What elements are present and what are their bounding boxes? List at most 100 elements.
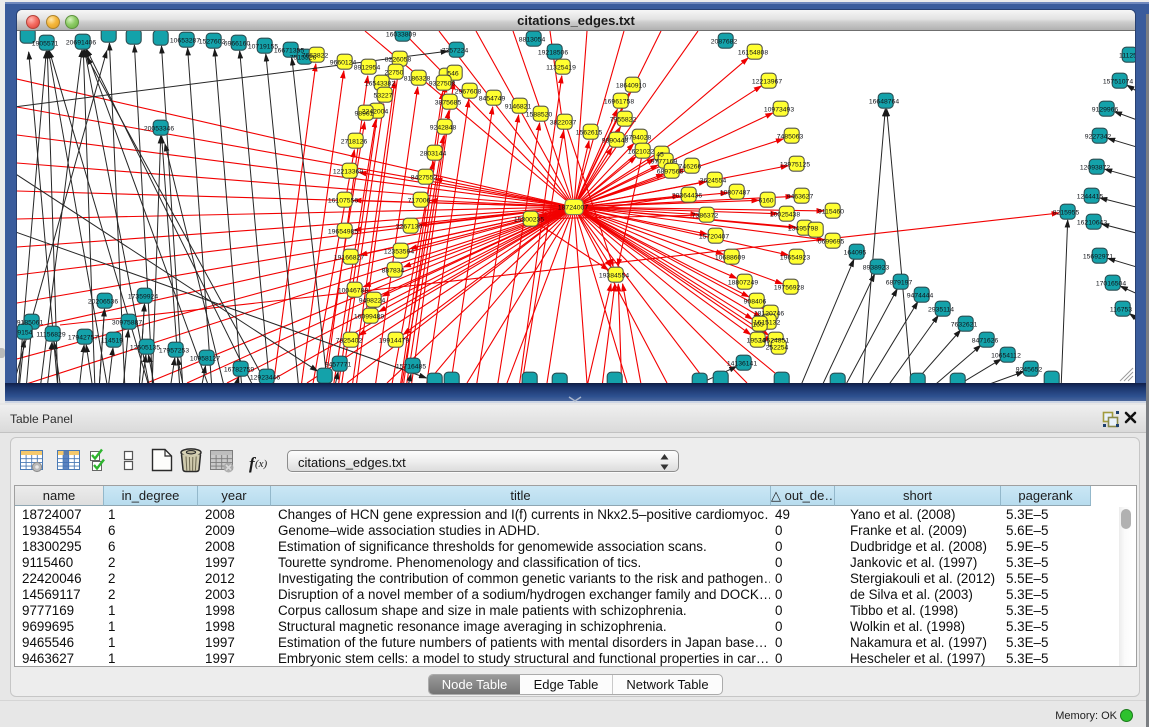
svg-text:10046788: 10046788 — [338, 288, 368, 295]
svg-text:8427552: 8427552 — [411, 175, 438, 182]
svg-text:15716485: 15716485 — [396, 364, 426, 371]
svg-text:30975887: 30975887 — [112, 320, 142, 327]
svg-text:15720407: 15720407 — [699, 234, 729, 241]
svg-text:8226058: 8226058 — [385, 57, 412, 64]
svg-text:116753: 116753 — [1110, 307, 1132, 314]
svg-text:7386372: 7386372 — [692, 213, 719, 220]
svg-text:9245652: 9245652 — [1016, 367, 1043, 374]
svg-text:8215955: 8215955 — [1053, 210, 1080, 217]
svg-text:10958127: 10958127 — [190, 356, 220, 363]
svg-text:7663822: 7663822 — [302, 53, 329, 60]
svg-text:8912954: 8912954 — [354, 65, 381, 72]
svg-text:9146821: 9146821 — [505, 104, 532, 111]
svg-text:2967608: 2967608 — [455, 89, 482, 96]
svg-text:3624554: 3624554 — [700, 178, 727, 185]
svg-text:10973493: 10973493 — [764, 107, 794, 114]
svg-text:7485063: 7485063 — [777, 134, 804, 141]
svg-text:1562615: 1562615 — [576, 130, 603, 137]
svg-text:1905571: 1905571 — [32, 41, 59, 48]
svg-text:12093872: 12093872 — [1080, 165, 1110, 172]
svg-text:9185061: 9185061 — [17, 320, 43, 327]
svg-text:8454749: 8454749 — [479, 96, 506, 103]
svg-text:13495798: 13495798 — [788, 226, 818, 233]
svg-text:20053346: 20053346 — [144, 126, 174, 133]
svg-text:1621022: 1621022 — [628, 149, 655, 156]
svg-text:7632621: 7632621 — [951, 322, 978, 329]
svg-text:6966160: 6966160 — [224, 41, 251, 48]
svg-text:22750: 22750 — [385, 70, 404, 77]
svg-text:16961758: 16961758 — [604, 99, 634, 106]
svg-text:15300235: 15300235 — [514, 217, 544, 224]
svg-text:9327508: 9327508 — [429, 81, 456, 88]
svg-text:19756928: 19756928 — [774, 285, 804, 292]
svg-text:6879197: 6879197 — [886, 280, 913, 287]
svg-text:9129966: 9129966 — [1092, 107, 1119, 114]
svg-text:9498224: 9498224 — [359, 298, 386, 305]
svg-text:16210643: 16210643 — [1077, 220, 1107, 227]
svg-text:908406: 908406 — [744, 299, 767, 306]
svg-text:10653287: 10653287 — [170, 38, 200, 45]
svg-text:7625402: 7625402 — [336, 338, 363, 345]
svg-text:546: 546 — [447, 71, 459, 78]
svg-text:9242848: 9242848 — [430, 125, 457, 132]
svg-text:12505135: 12505135 — [130, 345, 160, 352]
svg-text:9115460: 9115460 — [818, 209, 844, 216]
svg-text:165: 165 — [752, 322, 764, 329]
svg-text:14136141: 14136141 — [727, 361, 757, 368]
svg-text:18807249: 18807249 — [728, 280, 758, 287]
svg-text:9463627: 9463627 — [787, 194, 814, 201]
svg-text:10025438: 10025438 — [770, 212, 800, 219]
svg-text:8813054: 8813054 — [519, 37, 546, 44]
svg-text:2935114: 2935114 — [928, 307, 954, 314]
svg-text:9474444: 9474444 — [907, 293, 934, 300]
svg-text:16671355: 16671355 — [274, 48, 304, 55]
svg-text:16107556: 16107556 — [328, 198, 358, 205]
svg-text:9227342: 9227342 — [1085, 134, 1112, 141]
svg-text:9457771: 9457771 — [325, 362, 352, 369]
svg-text:20364436: 20364436 — [672, 193, 702, 200]
svg-text:39154: 39154 — [17, 330, 33, 337]
svg-text:19384554: 19384554 — [599, 273, 629, 280]
svg-text:20691406: 20691406 — [66, 40, 96, 47]
svg-text:18120746: 18120746 — [754, 311, 784, 318]
svg-text:2803144: 2803144 — [420, 151, 447, 158]
svg-text:19654985: 19654985 — [328, 229, 358, 236]
svg-text:3875685: 3875685 — [435, 100, 462, 107]
svg-text:17957253: 17957253 — [159, 348, 189, 355]
svg-text:19218506: 19218506 — [538, 50, 568, 57]
svg-text:12923446: 12923446 — [250, 375, 280, 382]
svg-text:7955822: 7955822 — [610, 117, 637, 124]
svg-text:20206536: 20206536 — [88, 299, 118, 306]
svg-text:11156829: 11156829 — [36, 332, 65, 339]
svg-text:2718126: 2718126 — [341, 139, 368, 146]
svg-text:19524: 19524 — [747, 338, 766, 345]
svg-text:9777169: 9777169 — [651, 159, 678, 166]
svg-text:19914479: 19914479 — [379, 338, 409, 345]
svg-text:12213369: 12213369 — [333, 169, 363, 176]
svg-text:16543382: 16543382 — [365, 81, 395, 88]
svg-text:15751074: 15751074 — [1103, 79, 1133, 86]
svg-text:18640910: 18640910 — [616, 83, 646, 90]
svg-text:16782759: 16782759 — [224, 367, 254, 374]
svg-text:45: 45 — [656, 152, 664, 159]
svg-text:16154808: 16154808 — [738, 50, 768, 57]
svg-text:10654112: 10654112 — [991, 353, 1021, 360]
svg-text:8938923: 8938923 — [863, 265, 890, 272]
svg-text:15692971: 15692971 — [1083, 254, 1113, 261]
svg-text:16648764: 16648764 — [869, 99, 899, 106]
svg-text:17942757: 17942757 — [68, 335, 98, 342]
svg-text:17016504: 17016504 — [1096, 281, 1126, 288]
svg-text:8186328: 8186328 — [404, 76, 431, 83]
svg-text:12213967: 12213967 — [752, 79, 782, 86]
svg-text:717006: 717006 — [408, 198, 431, 205]
svg-text:3267130: 3267130 — [396, 224, 423, 231]
svg-text:13975125: 13975125 — [780, 162, 810, 169]
svg-text:2087682: 2087682 — [711, 39, 738, 46]
svg-text:6794028: 6794028 — [625, 135, 652, 142]
svg-text:19654923: 19654923 — [780, 255, 810, 262]
svg-text:0699695: 0699695 — [818, 239, 845, 246]
svg-text:114519: 114519 — [101, 338, 123, 345]
svg-text:11325419: 11325419 — [546, 65, 576, 72]
svg-text:8471626: 8471626 — [972, 338, 999, 345]
svg-text:252254: 252254 — [766, 345, 789, 352]
